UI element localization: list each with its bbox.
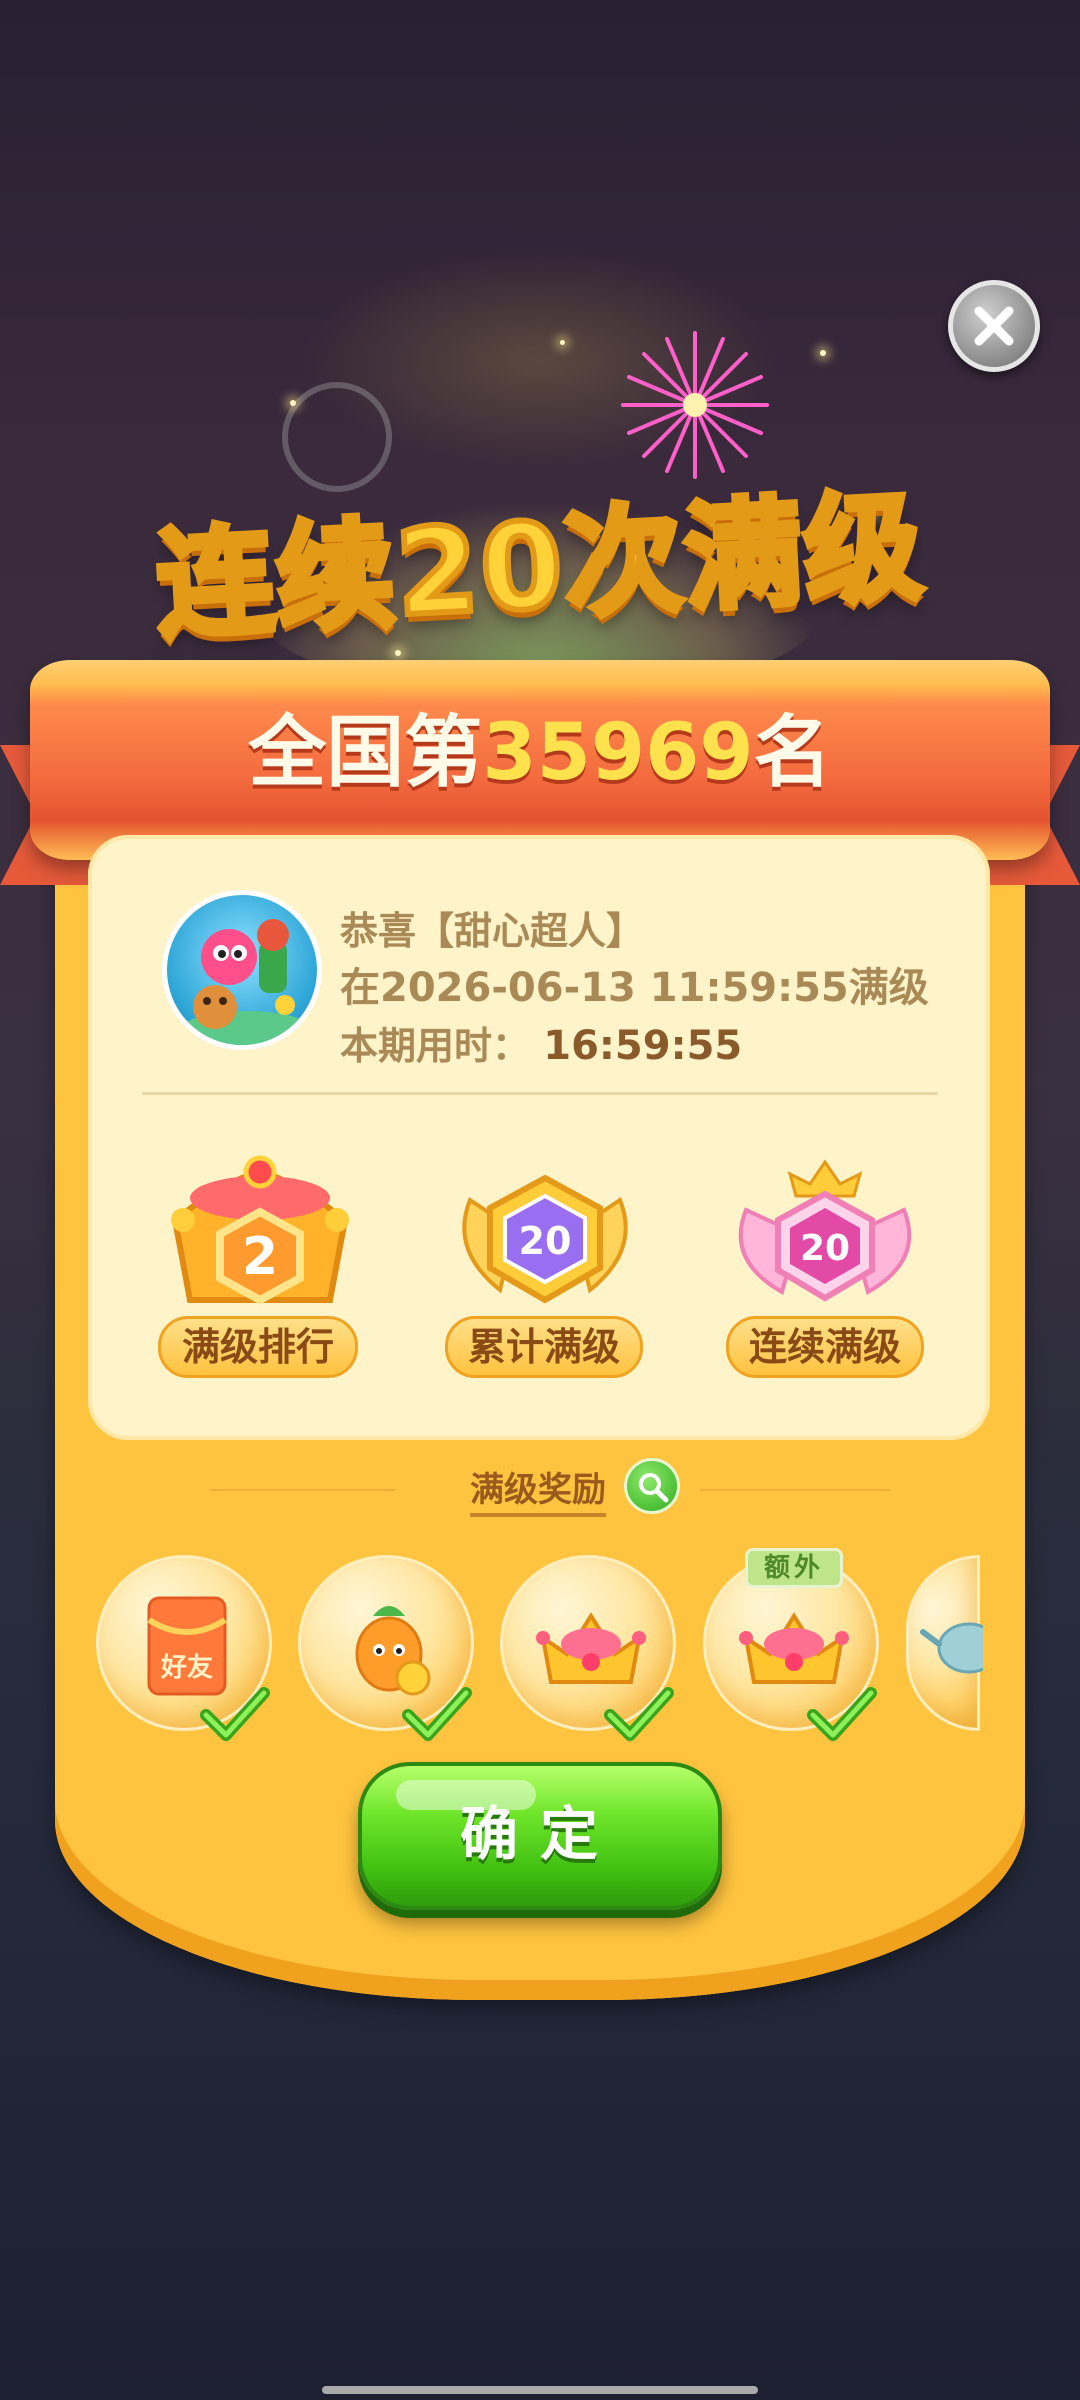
greeting-text: 恭喜【甜心超人】 — [340, 909, 645, 953]
claimed-check-icon — [402, 1687, 472, 1741]
claimed-check-icon — [604, 1687, 674, 1741]
claimed-check-icon — [200, 1687, 270, 1741]
extra-reward-tag: 额外 — [745, 1548, 843, 1588]
badge-label-max-rank[interactable]: 满级排行 — [158, 1316, 358, 1378]
section-line-right — [700, 1489, 890, 1491]
badge-number: 20 — [519, 1219, 572, 1263]
reward-item[interactable] — [906, 1555, 1001, 1731]
confirm-button[interactable]: 确定 — [358, 1762, 722, 1910]
period-duration: 本期用时： 16:59:55 — [340, 1015, 742, 1070]
completion-time: 在2026-06-13 11:59:55满级 — [340, 965, 929, 1011]
rank-number: 35969 — [482, 708, 754, 798]
teapot-icon — [920, 1622, 1001, 1674]
national-rank: 全国第35969名 — [0, 690, 1080, 802]
duration-value: 16:59:55 — [543, 1023, 743, 1069]
claimed-check-icon — [807, 1687, 877, 1741]
badge-number: 20 — [800, 1228, 850, 1269]
reward-text: 好友 — [160, 1653, 213, 1683]
winged-pink-badge-icon: 20 — [738, 1159, 912, 1302]
avatar — [162, 890, 322, 1050]
sparkle — [560, 340, 565, 345]
badge-label-total-max[interactable]: 累计满级 — [445, 1316, 643, 1378]
section-line-left — [210, 1489, 395, 1491]
home-indicator[interactable] — [322, 2386, 758, 2394]
close-x-icon — [974, 306, 1014, 346]
rewards-title: 满级奖励 — [470, 1462, 606, 1517]
search-icon — [639, 1473, 669, 1503]
badge-number: 2 — [242, 1227, 278, 1287]
rank-suffix: 名 — [753, 708, 832, 798]
divider — [142, 1092, 938, 1095]
button-shine — [396, 1780, 536, 1810]
crown-badge-icon: 2 — [171, 1155, 349, 1305]
confirm-label: 确定 — [459, 1800, 620, 1868]
rewards-search-button[interactable] — [624, 1458, 680, 1514]
badge-label-consecutive-max[interactable]: 连续满级 — [726, 1316, 924, 1378]
bubble-ring — [282, 382, 392, 492]
close-button[interactable] — [948, 280, 1040, 372]
sparkle — [290, 400, 296, 406]
achievement-title: 连续20次满级 — [150, 474, 930, 658]
winged-purple-badge-icon: 20 — [462, 1174, 628, 1304]
sparkle — [820, 350, 826, 356]
duration-label: 本期用时： — [340, 1024, 531, 1068]
rank-prefix: 全国第 — [248, 708, 483, 798]
